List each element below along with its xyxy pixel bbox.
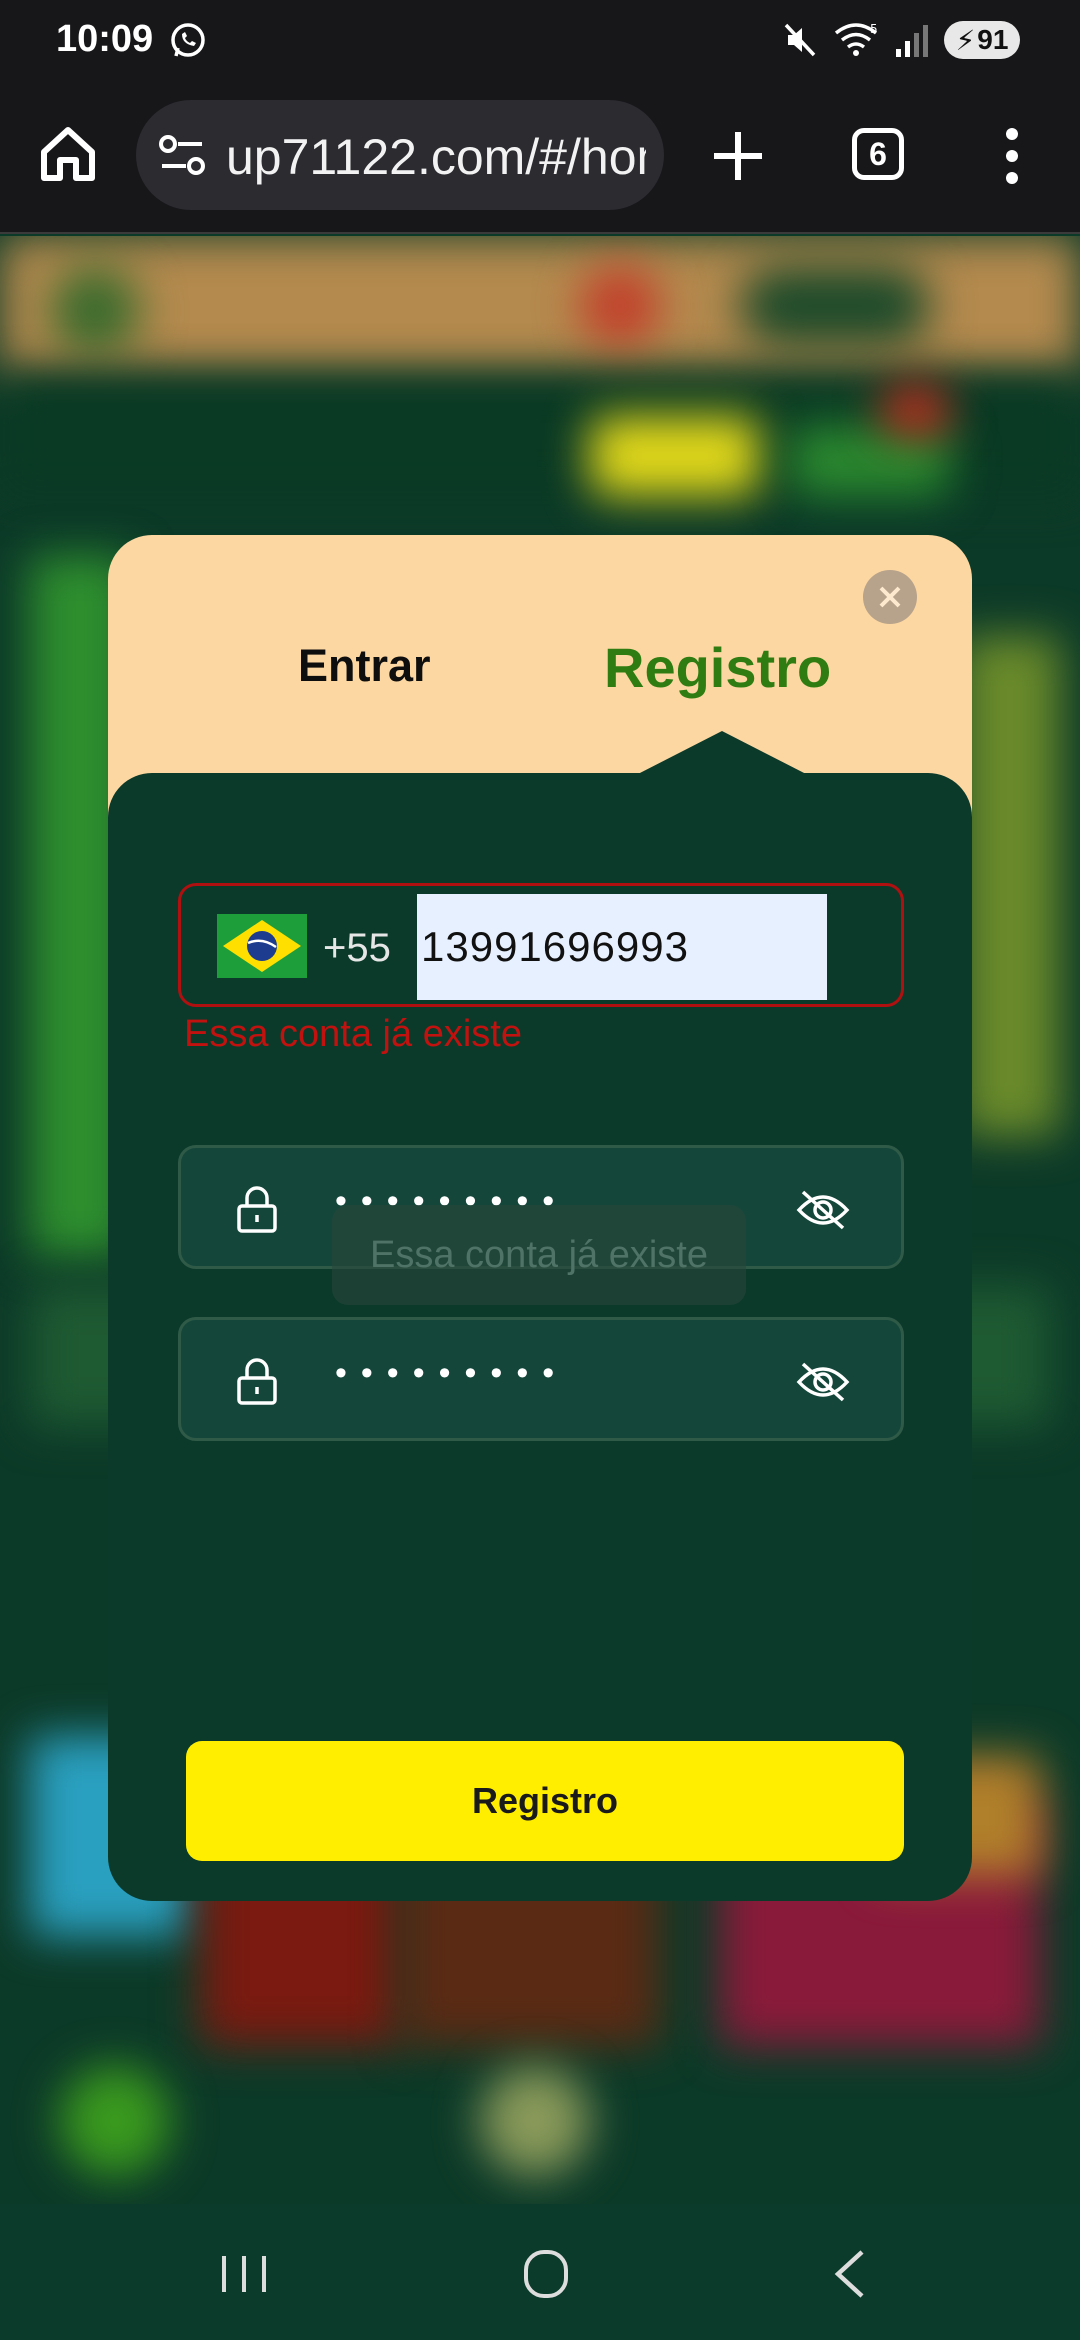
home-icon[interactable] xyxy=(36,122,100,186)
signal-icon xyxy=(896,25,928,57)
url-text[interactable]: up71122.com/#/hom xyxy=(226,128,646,186)
whatsapp-icon xyxy=(171,23,205,57)
recent-apps-icon[interactable] xyxy=(218,2252,270,2296)
site-settings-icon[interactable] xyxy=(158,134,206,176)
eye-off-icon[interactable] xyxy=(795,1188,851,1232)
close-icon xyxy=(879,586,901,608)
battery-level: 91 xyxy=(977,24,1009,55)
tab-login[interactable]: Entrar xyxy=(298,640,431,692)
close-button[interactable] xyxy=(863,570,917,624)
battery-icon: ⚡ 91 xyxy=(944,21,1020,59)
tabs-button[interactable]: 6 xyxy=(852,128,904,180)
country-code[interactable]: +55 xyxy=(323,926,391,971)
eye-off-icon[interactable] xyxy=(795,1360,851,1404)
modal-body: +55 Essa conta já existe ••••••••• xyxy=(108,773,972,1901)
tab-register[interactable]: Registro xyxy=(604,635,831,700)
phone-input[interactable] xyxy=(417,894,827,1000)
more-vert-icon[interactable] xyxy=(990,124,1034,188)
lock-icon xyxy=(237,1358,277,1405)
toast-text: Essa conta já existe xyxy=(370,1233,708,1276)
register-modal: Entrar Registro +55 Essa conta já existe… xyxy=(108,535,972,1901)
tab-count: 6 xyxy=(869,135,887,172)
register-button[interactable]: Registro xyxy=(186,1741,904,1861)
address-bar[interactable]: up71122.com/#/hom xyxy=(136,100,664,210)
home-nav-icon[interactable] xyxy=(522,2248,570,2300)
wifi-icon: 5 xyxy=(834,22,878,56)
confirm-password-value: ••••••••• xyxy=(335,1354,569,1392)
status-bar: 10:09 5 ⚡ 91 xyxy=(0,0,1080,80)
system-nav-bar xyxy=(0,2204,1080,2340)
status-icons: 5 ⚡ 91 xyxy=(782,18,1020,62)
browser-toolbar: up71122.com/#/hom 6 xyxy=(0,80,1080,234)
status-time: 10:09 xyxy=(56,18,154,60)
lock-icon xyxy=(237,1186,277,1233)
phone-field: +55 xyxy=(178,883,904,1007)
svg-text:5: 5 xyxy=(870,22,878,36)
plus-icon[interactable] xyxy=(706,124,770,188)
toast-message: Essa conta já existe xyxy=(332,1205,746,1305)
mute-icon xyxy=(784,23,816,57)
active-tab-indicator xyxy=(636,731,808,775)
error-message: Essa conta já existe xyxy=(184,1013,522,1055)
confirm-password-field[interactable]: ••••••••• xyxy=(178,1317,904,1441)
back-icon[interactable] xyxy=(830,2248,870,2300)
brazil-flag-icon[interactable] xyxy=(217,914,307,978)
